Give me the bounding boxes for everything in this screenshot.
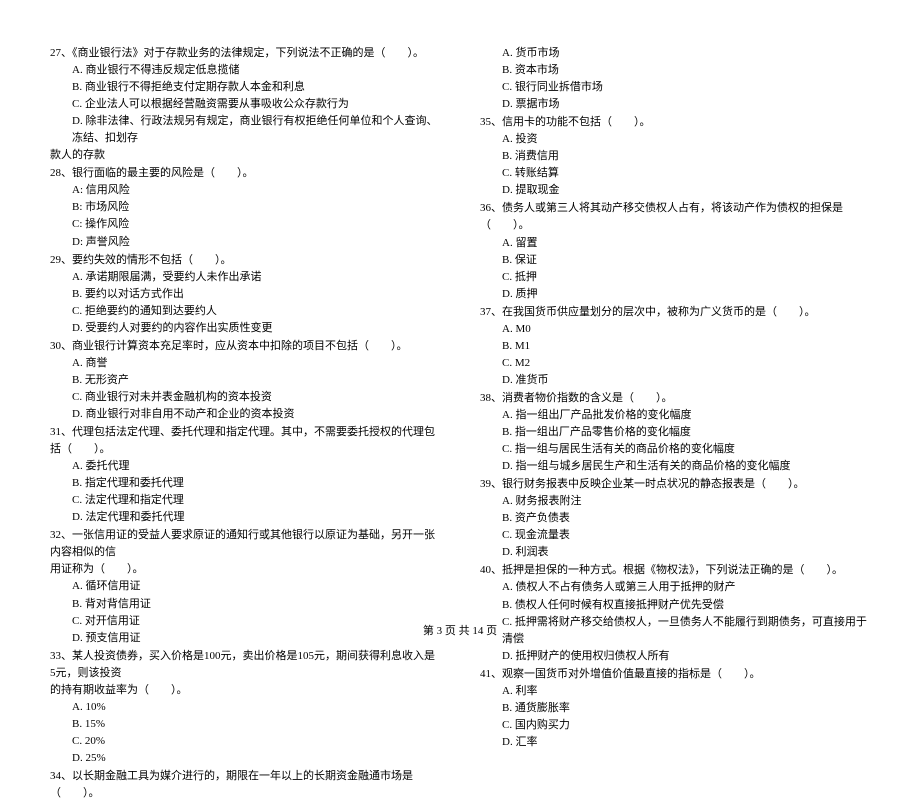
question-34: 34、以长期金融工具为媒介进行的，期限在一年以上的长期资金融通市场是（ ）。 <box>50 768 440 802</box>
q35-option-a: A. 投资 <box>480 131 870 148</box>
q27-text: 27、《商业银行法》对于存款业务的法律规定，下列说法不正确的是（ ）。 <box>50 45 440 62</box>
question-36: 36、债务人或第三人将其动产移交债权人占有，将该动产作为债权的担保是（ ）。 A… <box>480 200 870 302</box>
question-41: 41、观察一国货币对外增值价值最直接的指标是（ ）。 A. 利率 B. 通货膨胀… <box>480 666 870 751</box>
question-28: 28、银行面临的最主要的风险是（ ）。 A: 信用风险 B: 市场风险 C: 操… <box>50 165 440 250</box>
q40-text: 40、抵押是担保的一种方式。根据《物权法》，下列说法正确的是（ ）。 <box>480 562 870 579</box>
q28-option-b: B: 市场风险 <box>50 199 440 216</box>
q30-option-d: D. 商业银行对非自用不动产和企业的资本投资 <box>50 406 440 423</box>
q36-option-d: D. 质押 <box>480 286 870 303</box>
q34-option-a: A. 货币市场 <box>480 45 870 62</box>
q39-option-d: D. 利润表 <box>480 544 870 561</box>
q35-option-b: B. 消费信用 <box>480 148 870 165</box>
q31-option-a: A. 委托代理 <box>50 458 440 475</box>
q34-text: 34、以长期金融工具为媒介进行的，期限在一年以上的长期资金融通市场是（ ）。 <box>50 768 440 802</box>
q37-option-b: B. M1 <box>480 338 870 355</box>
question-29: 29、要约失效的情形不包括（ ）。 A. 承诺期限届满，受要约人未作出承诺 B.… <box>50 252 440 337</box>
q33-text-cont: 的持有期收益率为（ ）。 <box>50 682 440 699</box>
q37-text: 37、在我国货币供应量划分的层次中，被称为广义货币的是（ ）。 <box>480 304 870 321</box>
q33-text: 33、某人投资债券，买入价格是100元，卖出价格是105元，期间获得利息收入是5… <box>50 648 440 682</box>
q41-option-d: D. 汇率 <box>480 734 870 751</box>
q38-option-b: B. 指一组出厂产品零售价格的变化幅度 <box>480 424 870 441</box>
q29-option-c: C. 拒绝要约的通知到达要约人 <box>50 303 440 320</box>
left-column: 27、《商业银行法》对于存款业务的法律规定，下列说法不正确的是（ ）。 A. 商… <box>50 45 440 803</box>
q32-option-a: A. 循环信用证 <box>50 578 440 595</box>
q34-option-b: B. 资本市场 <box>480 62 870 79</box>
q37-option-d: D. 准货币 <box>480 372 870 389</box>
q41-text: 41、观察一国货币对外增值价值最直接的指标是（ ）。 <box>480 666 870 683</box>
q30-option-a: A. 商誉 <box>50 355 440 372</box>
q40-option-d: D. 抵押财产的使用权归债权人所有 <box>480 648 870 665</box>
q31-option-c: C. 法定代理和指定代理 <box>50 492 440 509</box>
question-39: 39、银行财务报表中反映企业某一时点状况的静态报表是（ ）。 A. 财务报表附注… <box>480 476 870 561</box>
q39-option-c: C. 现金流量表 <box>480 527 870 544</box>
q28-text: 28、银行面临的最主要的风险是（ ）。 <box>50 165 440 182</box>
q30-option-b: B. 无形资产 <box>50 372 440 389</box>
q38-option-c: C. 指一组与居民生活有关的商品价格的变化幅度 <box>480 441 870 458</box>
page-footer: 第 3 页 共 14 页 <box>0 622 920 638</box>
q33-option-a: A. 10% <box>50 699 440 716</box>
q34-option-c: C. 银行同业拆借市场 <box>480 79 870 96</box>
question-27: 27、《商业银行法》对于存款业务的法律规定，下列说法不正确的是（ ）。 A. 商… <box>50 45 440 164</box>
q27-option-d: D. 除非法律、行政法规另有规定，商业银行有权拒绝任何单位和个人查询、冻结、扣划… <box>50 113 440 147</box>
q35-option-c: C. 转账结算 <box>480 165 870 182</box>
q29-option-a: A. 承诺期限届满，受要约人未作出承诺 <box>50 269 440 286</box>
q27-option-a: A. 商业银行不得违反规定低息揽储 <box>50 62 440 79</box>
q27-option-b: B. 商业银行不得拒绝支付定期存款人本金和利息 <box>50 79 440 96</box>
question-35: 35、信用卡的功能不包括（ ）。 A. 投资 B. 消费信用 C. 转账结算 D… <box>480 114 870 199</box>
q30-text: 30、商业银行计算资本充足率时，应从资本中扣除的项目不包括（ ）。 <box>50 338 440 355</box>
q33-option-c: C. 20% <box>50 733 440 750</box>
q34-option-d: D. 票据市场 <box>480 96 870 113</box>
q39-option-a: A. 财务报表附注 <box>480 493 870 510</box>
question-31: 31、代理包括法定代理、委托代理和指定代理。其中，不需要委托授权的代理包括（ ）… <box>50 424 440 526</box>
q37-option-c: C. M2 <box>480 355 870 372</box>
question-34-options: A. 货币市场 B. 资本市场 C. 银行同业拆借市场 D. 票据市场 <box>480 45 870 113</box>
q40-option-a: A. 债权人不占有债务人或第三人用于抵押的财产 <box>480 579 870 596</box>
q36-text: 36、债务人或第三人将其动产移交债权人占有，将该动产作为债权的担保是（ ）。 <box>480 200 870 234</box>
q32-text: 32、一张信用证的受益人要求原证的通知行或其他银行以原证为基础，另开一张内容相似… <box>50 527 440 561</box>
q29-option-d: D. 受要约人对要约的内容作出实质性变更 <box>50 320 440 337</box>
question-38: 38、消费者物价指数的含义是（ ）。 A. 指一组出厂产品批发价格的变化幅度 B… <box>480 390 870 475</box>
q29-text: 29、要约失效的情形不包括（ ）。 <box>50 252 440 269</box>
q28-option-c: C: 操作风险 <box>50 216 440 233</box>
q37-option-a: A. M0 <box>480 321 870 338</box>
q32-text-cont: 用证称为（ ）。 <box>50 561 440 578</box>
q36-option-a: A. 留置 <box>480 235 870 252</box>
q32-option-b: B. 背对背信用证 <box>50 596 440 613</box>
q27-option-c: C. 企业法人可以根据经营融资需要从事吸收公众存款行为 <box>50 96 440 113</box>
q39-option-b: B. 资产负债表 <box>480 510 870 527</box>
q41-option-b: B. 通货膨胀率 <box>480 700 870 717</box>
q39-text: 39、银行财务报表中反映企业某一时点状况的静态报表是（ ）。 <box>480 476 870 493</box>
q41-option-a: A. 利率 <box>480 683 870 700</box>
q38-option-a: A. 指一组出厂产品批发价格的变化幅度 <box>480 407 870 424</box>
q40-option-b: B. 债权人任何时候有权直接抵押财产优先受偿 <box>480 597 870 614</box>
q30-option-c: C. 商业银行对未并表金融机构的资本投资 <box>50 389 440 406</box>
q35-option-d: D. 提取现金 <box>480 182 870 199</box>
q33-option-b: B. 15% <box>50 716 440 733</box>
q33-option-d: D. 25% <box>50 750 440 767</box>
q31-option-d: D. 法定代理和委托代理 <box>50 509 440 526</box>
q31-option-b: B. 指定代理和委托代理 <box>50 475 440 492</box>
question-40: 40、抵押是担保的一种方式。根据《物权法》，下列说法正确的是（ ）。 A. 债权… <box>480 562 870 664</box>
right-column: A. 货币市场 B. 资本市场 C. 银行同业拆借市场 D. 票据市场 35、信… <box>480 45 870 803</box>
q28-option-d: D: 声誉风险 <box>50 234 440 251</box>
q38-text: 38、消费者物价指数的含义是（ ）。 <box>480 390 870 407</box>
question-33: 33、某人投资债券，买入价格是100元，卖出价格是105元，期间获得利息收入是5… <box>50 648 440 767</box>
q36-option-c: C. 抵押 <box>480 269 870 286</box>
q38-option-d: D. 指一组与城乡居民生产和生活有关的商品价格的变化幅度 <box>480 458 870 475</box>
q27-option-d-cont: 款人的存款 <box>50 147 440 164</box>
q28-option-a: A: 信用风险 <box>50 182 440 199</box>
q31-text: 31、代理包括法定代理、委托代理和指定代理。其中，不需要委托授权的代理包括（ ）… <box>50 424 440 458</box>
q41-option-c: C. 国内购买力 <box>480 717 870 734</box>
question-37: 37、在我国货币供应量划分的层次中，被称为广义货币的是（ ）。 A. M0 B.… <box>480 304 870 389</box>
q29-option-b: B. 要约以对话方式作出 <box>50 286 440 303</box>
question-30: 30、商业银行计算资本充足率时，应从资本中扣除的项目不包括（ ）。 A. 商誉 … <box>50 338 440 423</box>
q35-text: 35、信用卡的功能不包括（ ）。 <box>480 114 870 131</box>
q36-option-b: B. 保证 <box>480 252 870 269</box>
content-columns: 27、《商业银行法》对于存款业务的法律规定，下列说法不正确的是（ ）。 A. 商… <box>50 45 870 803</box>
